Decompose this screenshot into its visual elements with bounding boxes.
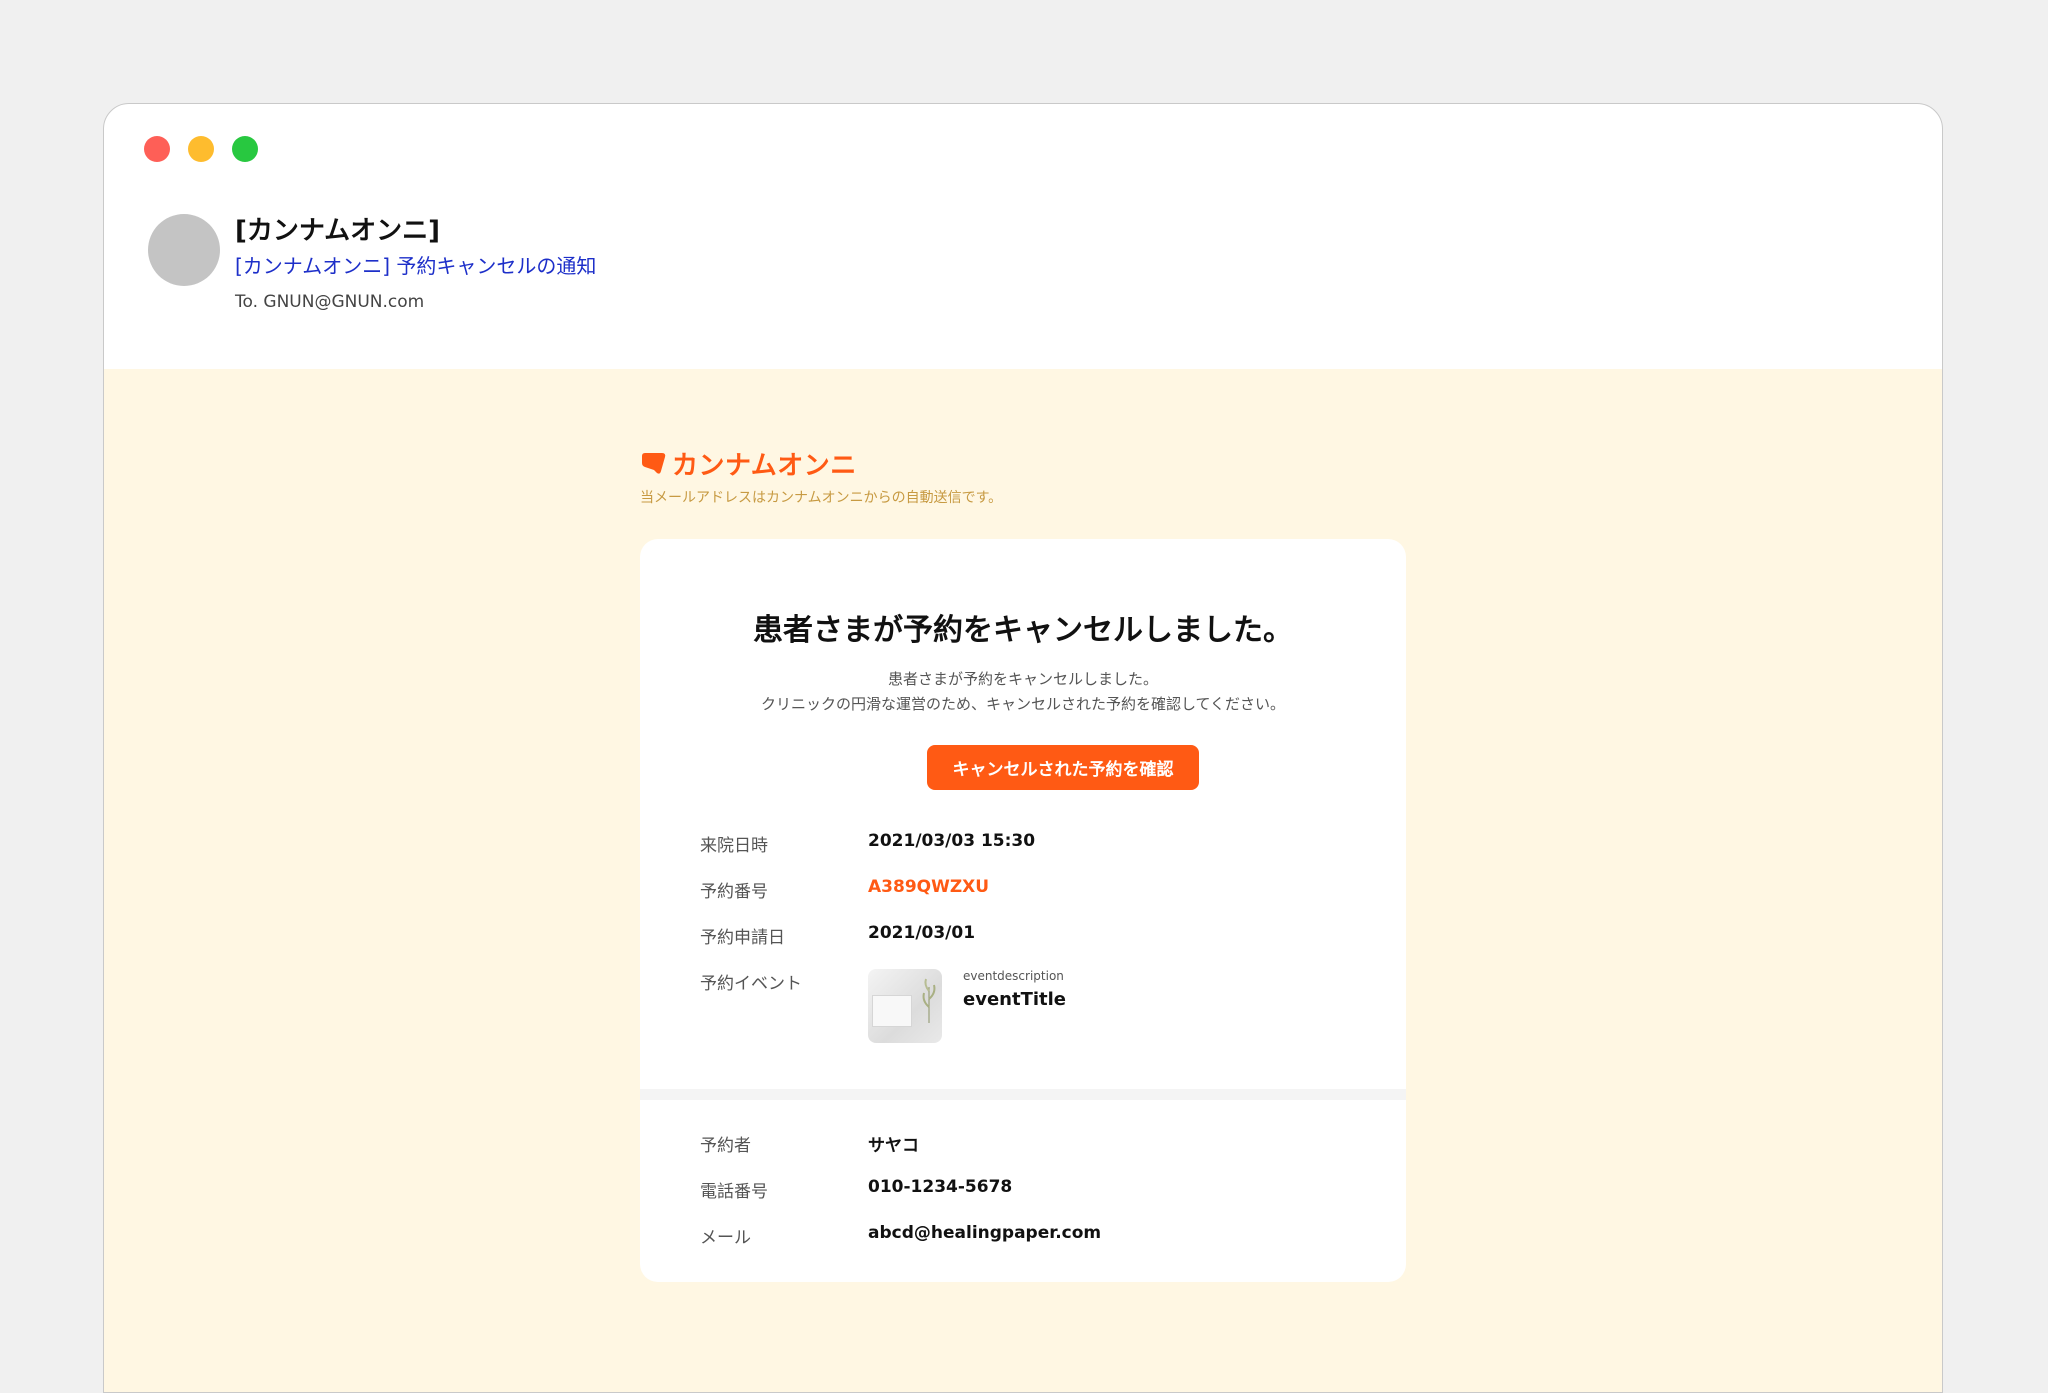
card-description-line-2: クリニックの円滑な運営のため、キャンセルされた予約を確認してください。 [760, 695, 1286, 713]
phone-value: 010-1234-5678 [868, 1177, 1013, 1197]
phone-label: 電話番号 [700, 1182, 768, 1202]
card-description-line-1: 患者さまが予約をキャンセルしました。 [887, 670, 1158, 688]
event-title: eventTitle [963, 989, 1066, 1010]
visit-datetime-value: 2021/03/03 15:30 [868, 831, 1036, 851]
brand-heart-icon [642, 452, 666, 474]
thumbnail-box-shape [872, 995, 912, 1027]
section-divider [640, 1089, 1406, 1100]
card-description: 患者さまが予約をキャンセルしました。 クリニックの円滑な運営のため、キャンセルさ… [640, 667, 1406, 717]
maximize-window-button[interactable] [232, 136, 258, 162]
email-label: メール [700, 1228, 751, 1248]
mail-window: [カンナムオンニ] [カンナムオンニ] 予約キャンセルの通知 To. GNUN@… [103, 103, 1943, 1393]
email-row: メール abcd@healingpaper.com [700, 1223, 1360, 1253]
reservation-event-row: 予約イベント eventdescription eventTitle [700, 969, 1360, 1049]
reservation-number-value: A389QWZXU [868, 877, 990, 897]
reserver-name-row: 予約者 サヤコ [700, 1131, 1360, 1161]
window-controls [144, 136, 258, 162]
notification-card: 患者さまが予約をキャンセルしました。 患者さまが予約をキャンセルしました。 クリ… [640, 539, 1406, 1282]
application-date-row: 予約申請日 2021/03/01 [700, 923, 1360, 953]
close-window-button[interactable] [144, 136, 170, 162]
brand-logo: カンナムオンニ [640, 445, 857, 482]
auto-send-note: 当メールアドレスはカンナムオンニからの自動送信です。 [640, 490, 1003, 506]
email-value: abcd@healingpaper.com [868, 1223, 1102, 1243]
recipient-line: To. GNUN@GNUN.com [235, 292, 425, 312]
plant-image-icon [922, 978, 936, 1023]
sender-name: [カンナムオンニ] [235, 216, 440, 246]
card-title: 患者さまが予約をキャンセルしました。 [753, 613, 1293, 648]
event-description: eventdescription [963, 969, 1064, 983]
phone-row: 電話番号 010-1234-5678 [700, 1177, 1360, 1207]
brand-name: カンナムオンニ [672, 451, 857, 481]
application-date-label: 予約申請日 [700, 928, 785, 948]
mail-subject: [カンナムオンニ] 予約キャンセルの通知 [235, 254, 597, 278]
visit-datetime-label: 来院日時 [700, 836, 768, 856]
confirm-cancelled-reservation-button[interactable]: キャンセルされた予約を確認 [927, 745, 1199, 790]
application-date-value: 2021/03/01 [868, 923, 976, 943]
reservation-number-row: 予約番号 A389QWZXU [700, 877, 1360, 907]
visit-datetime-row: 来院日時 2021/03/03 15:30 [700, 831, 1360, 861]
mail-header: [カンナムオンニ] [カンナムオンニ] 予約キャンセルの通知 To. GNUN@… [148, 210, 1848, 320]
minimize-window-button[interactable] [188, 136, 214, 162]
mail-body: カンナムオンニ 当メールアドレスはカンナムオンニからの自動送信です。 患者さまが… [104, 369, 1942, 1392]
reserver-name-value: サヤコ [868, 1136, 919, 1156]
sender-avatar [148, 214, 220, 286]
event-thumbnail[interactable] [868, 969, 942, 1043]
reservation-number-label: 予約番号 [700, 882, 768, 902]
reserver-name-label: 予約者 [700, 1136, 751, 1156]
reservation-event-label: 予約イベント [700, 974, 802, 994]
